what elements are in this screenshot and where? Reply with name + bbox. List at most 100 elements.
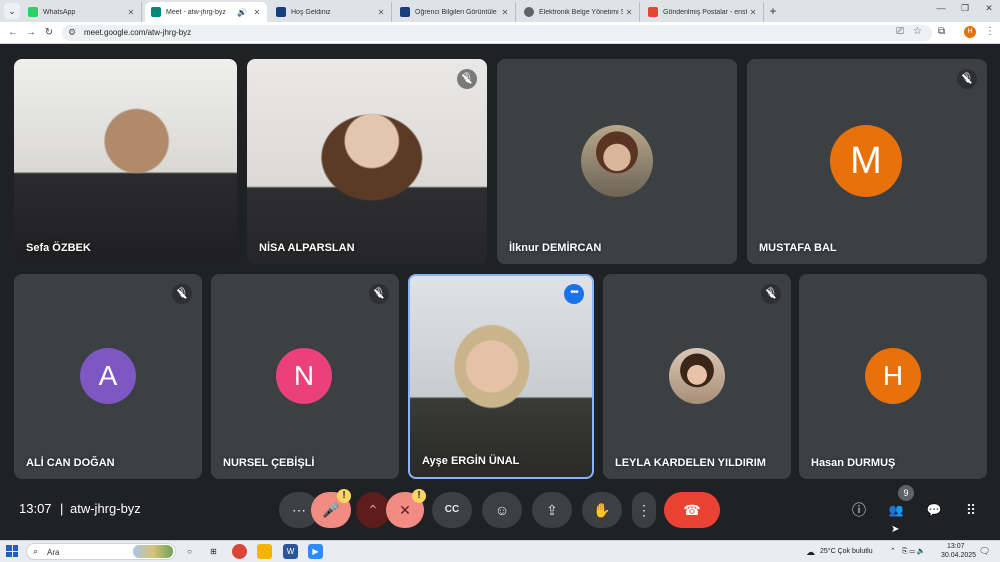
initial-avatar: M	[830, 125, 902, 197]
raise-hand-button[interactable]: ✋	[582, 492, 622, 528]
participant-tile[interactable]: 🎙 M MUSTAFA BAL	[747, 59, 987, 264]
tab-hos-geldiniz[interactable]: Hoş Geldiniz ✕	[270, 2, 392, 22]
bookmark-star-icon[interactable]: ☆	[913, 26, 922, 37]
meeting-details-icon[interactable]: ⓘ	[848, 499, 870, 521]
tab-whatsapp[interactable]: WhatsApp ✕	[22, 2, 142, 22]
activities-icon[interactable]: ⠿	[960, 499, 982, 521]
site-info-icon[interactable]: ⚙	[68, 27, 76, 38]
mic-off-icon: 🎙	[957, 69, 977, 89]
close-icon[interactable]: ✕	[125, 8, 137, 17]
taskbar-time: 13:07	[947, 543, 965, 550]
browser-menu-icon[interactable]: ⋮	[985, 26, 995, 37]
gmail-icon	[648, 7, 658, 17]
portal-icon	[276, 7, 286, 17]
initial-avatar: A	[80, 348, 136, 404]
close-icon[interactable]: ✕	[499, 8, 511, 17]
camera-warning-icon: !	[412, 489, 426, 503]
globe-icon	[524, 7, 534, 17]
weather-text[interactable]: 25°C Çok bulutlu	[820, 548, 873, 555]
minimize-icon[interactable]: —	[934, 3, 948, 13]
tab-label: Gönderilmiş Postalar - enstitud	[663, 8, 747, 16]
address-bar[interactable]: ⚙ meet.google.com/atw-jhrg-byz ⎚ ☆	[62, 25, 932, 41]
tab-gmail[interactable]: Gönderilmiş Postalar - enstitud ✕	[642, 2, 764, 22]
meet-icon	[151, 7, 161, 17]
participant-tile[interactable]: 🎙 LEYLA KARDELEN YILDIRIM	[603, 274, 791, 479]
file-explorer-icon[interactable]	[257, 544, 272, 559]
initial-avatar: H	[865, 348, 921, 404]
notification-icon[interactable]: 🗨	[979, 546, 990, 557]
participant-name: LEYLA KARDELEN YILDIRIM	[615, 457, 766, 469]
leave-call-button[interactable]: ☎	[664, 492, 720, 528]
tab-label: Meet - atw-jhrg-byz	[166, 8, 226, 16]
mic-warning-icon: !	[337, 489, 351, 503]
tab-meet[interactable]: Meet - atw-jhrg-byz 🔊 ✕	[145, 2, 267, 22]
reload-icon[interactable]: ↻	[42, 26, 56, 40]
profile-photo	[669, 348, 725, 404]
tray-icons[interactable]: ⎘ ▭ 🔈	[902, 547, 926, 556]
tab-ogrenci-bilgileri[interactable]: Öğrenci Bilgileri Görüntüle | Öğ ✕	[394, 2, 516, 22]
taskbar-search[interactable]: ⌕ Ara	[26, 543, 176, 560]
participant-tile[interactable]: 🎙 N NURSEL ÇEBİŞLİ	[211, 274, 399, 479]
close-icon[interactable]: ✕	[747, 8, 759, 17]
initial-avatar: N	[276, 348, 332, 404]
more-options-icon[interactable]: •••	[564, 284, 584, 304]
chrome-app-icon[interactable]	[232, 544, 247, 559]
back-icon[interactable]: ←	[6, 26, 20, 40]
participant-name: NİSA ALPARSLAN	[259, 242, 355, 254]
participant-tile[interactable]: Sefa ÖZBEK	[14, 59, 237, 264]
participant-tile-active-speaker[interactable]: ••• Ayşe ERGİN ÜNAL	[408, 274, 594, 479]
chat-icon[interactable]: 💬	[923, 499, 945, 521]
mic-off-icon: 🎙	[172, 284, 192, 304]
widgets-icon[interactable]: ⊞	[206, 544, 221, 559]
mic-off-icon: 🎙	[369, 284, 389, 304]
present-screen-button[interactable]: ⇪	[532, 492, 572, 528]
tab-label: WhatsApp	[43, 8, 76, 16]
task-view-icon[interactable]: ○	[182, 544, 197, 559]
participant-name: MUSTAFA BAL	[759, 242, 837, 254]
new-tab-button[interactable]: +	[766, 4, 780, 18]
camera-options-button[interactable]: ⌃	[356, 492, 390, 528]
participant-tile[interactable]: H Hasan DURMUŞ	[799, 274, 987, 479]
emoji-button[interactable]: ☺	[482, 492, 522, 528]
participant-tile[interactable]: 🎙 NİSA ALPARSLAN	[247, 59, 487, 264]
search-icon: ⌕	[33, 546, 39, 556]
browser-tab-strip: ⌄ WhatsApp ✕ Meet - atw-jhrg-byz 🔊 ✕ Hoş…	[0, 0, 1000, 22]
zoom-app-icon[interactable]: ▶	[308, 544, 323, 559]
people-icon[interactable]: 👥	[885, 499, 907, 521]
restore-icon[interactable]: ❐	[958, 3, 972, 14]
tab-search-button[interactable]: ⌄	[4, 3, 20, 19]
mic-off-icon: 🎤	[322, 502, 340, 518]
meeting-code: atw-jhrg-byz	[70, 501, 141, 516]
portal-icon	[400, 7, 410, 17]
search-placeholder: Ara	[47, 548, 60, 557]
forward-icon[interactable]: →	[24, 26, 38, 40]
tray-chevron-icon[interactable]: ⌃	[890, 547, 896, 555]
cast-icon[interactable]: ⎚	[896, 26, 904, 37]
taskbar-date: 30.04.2025	[941, 552, 977, 559]
participant-name: Hasan DURMUŞ	[811, 457, 896, 469]
speaker-icon[interactable]: 🔊	[237, 8, 247, 17]
participant-name: Ayşe ERGİN ÜNAL	[422, 455, 520, 467]
more-options-button[interactable]: ⋮	[632, 492, 656, 528]
word-app-icon[interactable]: W	[283, 544, 298, 559]
captions-button[interactable]: CC	[432, 492, 472, 528]
participant-name: NURSEL ÇEBİŞLİ	[223, 457, 315, 469]
windows-taskbar: ⌕ Ara ○ ⊞ W ▶ ☁ 25°C Çok bulutlu ⌃ ⎘ ▭ 🔈…	[0, 540, 1000, 562]
mic-off-icon: 🎙	[457, 69, 477, 89]
window-close-icon[interactable]: ✕	[982, 3, 996, 14]
tab-ebys[interactable]: Elektronik Belge Yönetimi Siste ✕	[518, 2, 640, 22]
close-icon[interactable]: ✕	[375, 8, 387, 17]
participant-tile[interactable]: İlknur DEMİRCAN	[497, 59, 737, 264]
close-icon[interactable]: ✕	[251, 8, 263, 17]
participant-tile[interactable]: 🎙 A ALİ CAN DOĞAN	[14, 274, 202, 479]
profile-photo	[581, 125, 653, 197]
profile-avatar[interactable]: H	[964, 26, 976, 38]
close-icon[interactable]: ✕	[623, 8, 635, 17]
windows-start-icon[interactable]	[6, 545, 18, 557]
mic-off-icon: 🎙	[761, 284, 781, 304]
whatsapp-icon	[28, 7, 38, 17]
extensions-icon[interactable]: ⧉	[938, 26, 945, 37]
search-highlight-image	[133, 545, 173, 558]
weather-icon: ☁	[806, 547, 815, 557]
participant-name: İlknur DEMİRCAN	[509, 242, 602, 254]
